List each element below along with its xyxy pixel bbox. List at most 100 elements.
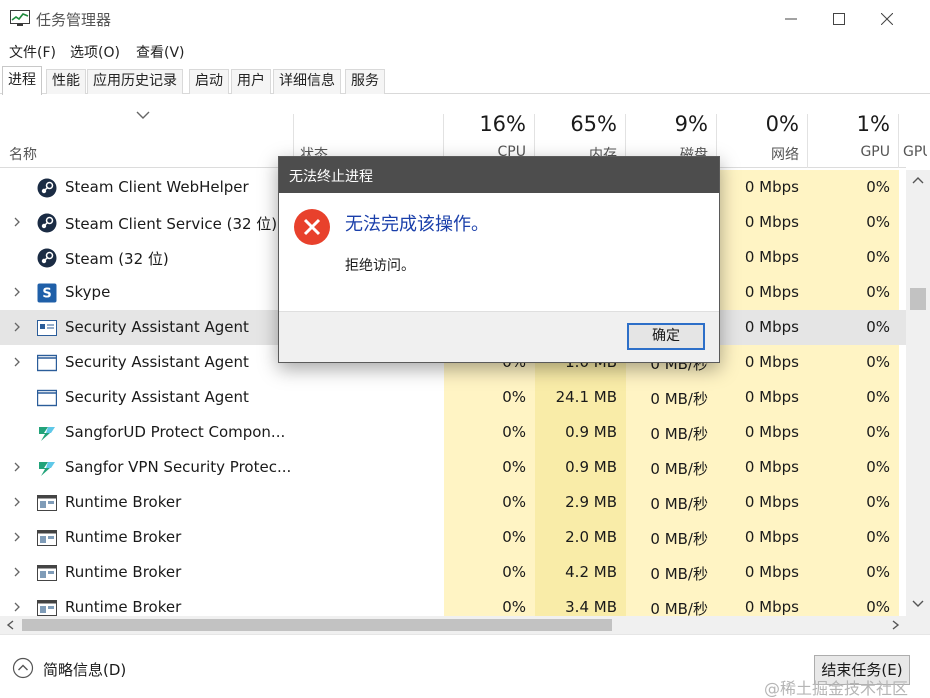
header-disk-percent[interactable]: 9% bbox=[626, 112, 708, 136]
minimize-button[interactable] bbox=[768, 0, 814, 38]
process-name: Security Assistant Agent bbox=[65, 318, 249, 336]
menu-view[interactable]: 查看(V) bbox=[136, 42, 185, 62]
process-mem-value: 2.0 MB bbox=[565, 528, 617, 546]
process-disk-value: 0 MB/秒 bbox=[650, 390, 708, 408]
process-gpu-value: 0% bbox=[866, 318, 890, 336]
process-mem-value: 2.9 MB bbox=[565, 493, 617, 511]
process-gpu-value: 0% bbox=[866, 528, 890, 546]
process-name: Runtime Broker bbox=[65, 493, 182, 511]
process-net-value: 0 Mbps bbox=[744, 388, 799, 406]
process-disk-value: 0 MB/秒 bbox=[650, 495, 708, 513]
ok-button[interactable]: 确定 bbox=[627, 323, 705, 350]
expand-chevron-right-icon[interactable] bbox=[12, 567, 22, 577]
process-net-value: 0 Mbps bbox=[744, 283, 799, 301]
expand-chevron-right-icon[interactable] bbox=[12, 462, 22, 472]
process-name: Steam (32 位) bbox=[65, 250, 169, 268]
tab-details[interactable]: 详细信息 bbox=[273, 69, 341, 94]
tab-services[interactable]: 服务 bbox=[345, 69, 385, 94]
process-cpu-value: 0% bbox=[502, 388, 526, 406]
maximize-icon bbox=[833, 13, 845, 25]
menu-options[interactable]: 选项(O) bbox=[70, 42, 120, 62]
dialog-title-bar: 无法终止进程 bbox=[279, 157, 719, 193]
process-cpu-value: 0% bbox=[502, 458, 526, 476]
header-name[interactable]: 名称 bbox=[9, 144, 37, 164]
process-net-value: 0 Mbps bbox=[744, 493, 799, 511]
vertical-scroll-thumb[interactable] bbox=[910, 288, 926, 310]
tab-performance[interactable]: 性能 bbox=[46, 69, 86, 94]
tab-processes[interactable]: 进程 bbox=[2, 66, 42, 95]
expand-chevron-right-icon[interactable] bbox=[12, 322, 22, 332]
process-net-value: 0 Mbps bbox=[744, 318, 799, 336]
maximize-button[interactable] bbox=[816, 0, 862, 38]
header-gpu-engine-label[interactable]: GPU bbox=[903, 144, 927, 160]
process-row[interactable]: Runtime Broker 0% 2.0 MB 0 MB/秒 0 Mbps 0% bbox=[0, 520, 906, 555]
header-gpu-percent[interactable]: 1% bbox=[808, 112, 890, 136]
runtime-broker-icon bbox=[37, 528, 57, 548]
process-cpu-value: 0% bbox=[502, 493, 526, 511]
fewer-details-link[interactable]: 简略信息(D) bbox=[43, 659, 126, 680]
scroll-right-icon[interactable] bbox=[892, 620, 900, 630]
process-disk-value: 0 MB/秒 bbox=[650, 530, 708, 548]
scroll-down-icon[interactable] bbox=[912, 600, 924, 608]
process-name: Security Assistant Agent bbox=[65, 353, 249, 371]
expand-chevron-right-icon[interactable] bbox=[12, 602, 22, 612]
process-gpu-value: 0% bbox=[866, 598, 890, 616]
runtime-broker-icon bbox=[37, 598, 57, 616]
process-net-value: 0 Mbps bbox=[744, 213, 799, 231]
expand-chevron-right-icon[interactable] bbox=[12, 217, 22, 227]
process-gpu-value: 0% bbox=[866, 388, 890, 406]
scrollbar-corner bbox=[906, 616, 930, 634]
tab-users[interactable]: 用户 bbox=[231, 69, 271, 94]
process-row[interactable]: Runtime Broker 0% 3.4 MB 0 MB/秒 0 Mbps 0% bbox=[0, 590, 906, 616]
close-icon bbox=[881, 13, 893, 25]
process-cpu-value: 0% bbox=[502, 423, 526, 441]
process-net-value: 0 Mbps bbox=[744, 458, 799, 476]
skype-icon: S bbox=[37, 283, 57, 303]
process-name: Skype bbox=[65, 283, 111, 301]
scroll-up-icon[interactable] bbox=[912, 176, 924, 184]
column-separator bbox=[898, 114, 899, 168]
process-gpu-value: 0% bbox=[866, 458, 890, 476]
vertical-scrollbar[interactable] bbox=[906, 170, 930, 616]
expand-chevron-right-icon[interactable] bbox=[12, 287, 22, 297]
dialog-button-bar: 确定 bbox=[279, 311, 719, 362]
error-icon bbox=[294, 209, 330, 245]
header-network-label[interactable]: 网络 bbox=[717, 144, 799, 164]
tab-app-history[interactable]: 应用历史记录 bbox=[87, 69, 183, 94]
scroll-left-icon[interactable] bbox=[6, 620, 14, 630]
error-dialog: 无法终止进程 无法完成该操作。 拒绝访问。 确定 bbox=[278, 156, 720, 363]
header-cpu-percent[interactable]: 16% bbox=[444, 112, 526, 136]
process-row[interactable]: Runtime Broker 0% 2.9 MB 0 MB/秒 0 Mbps 0% bbox=[0, 485, 906, 520]
process-gpu-value: 0% bbox=[866, 283, 890, 301]
runtime-broker-icon bbox=[37, 493, 57, 513]
header-gpu-label[interactable]: GPU bbox=[808, 144, 890, 160]
header-memory-percent[interactable]: 65% bbox=[535, 112, 617, 136]
sangfor-icon bbox=[37, 423, 57, 443]
minimize-icon bbox=[785, 18, 797, 20]
process-cpu-value: 0% bbox=[502, 598, 526, 616]
process-cpu-value: 0% bbox=[502, 528, 526, 546]
menu-file[interactable]: 文件(F) bbox=[9, 42, 56, 62]
process-row[interactable]: Security Assistant Agent 0% 24.1 MB 0 MB/秒 0… bbox=[0, 380, 906, 415]
header-network-percent[interactable]: 0% bbox=[717, 112, 799, 136]
expand-chevron-right-icon[interactable] bbox=[12, 497, 22, 507]
process-name: Security Assistant Agent bbox=[65, 388, 249, 406]
close-button[interactable] bbox=[864, 0, 910, 38]
process-row[interactable]: Sangfor VPN Security Protec... 0% 0.9 MB 0 … bbox=[0, 450, 906, 485]
process-mem-value: 0.9 MB bbox=[565, 458, 617, 476]
sangfor-icon bbox=[37, 458, 57, 478]
tab-startup[interactable]: 启动 bbox=[189, 69, 229, 94]
tab-bar: 进程 性能 应用历史记录 启动 用户 详细信息 服务 bbox=[0, 66, 930, 95]
process-disk-value: 0 MB/秒 bbox=[650, 460, 708, 478]
expand-chevron-right-icon[interactable] bbox=[12, 357, 22, 367]
horizontal-scroll-thumb[interactable] bbox=[22, 619, 612, 631]
collapse-up-icon[interactable] bbox=[12, 657, 34, 679]
sort-chevron-down-icon[interactable] bbox=[136, 110, 150, 120]
process-row[interactable]: SangforUD Protect Compon... 0% 0.9 MB 0 MB/… bbox=[0, 415, 906, 450]
process-net-value: 0 Mbps bbox=[744, 528, 799, 546]
process-disk-value: 0 MB/秒 bbox=[650, 600, 708, 616]
dialog-message: 拒绝访问。 bbox=[345, 258, 415, 274]
horizontal-scrollbar[interactable] bbox=[0, 616, 906, 634]
expand-chevron-right-icon[interactable] bbox=[12, 532, 22, 542]
process-row[interactable]: Runtime Broker 0% 4.2 MB 0 MB/秒 0 Mbps 0% bbox=[0, 555, 906, 590]
